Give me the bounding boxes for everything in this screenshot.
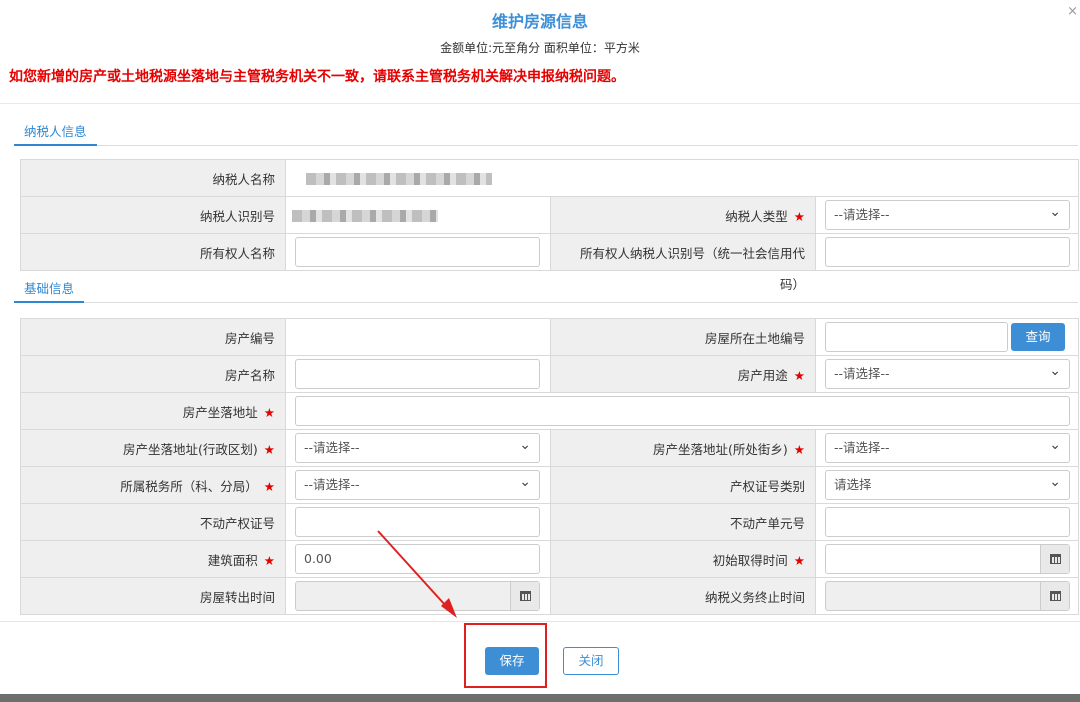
calendar-button[interactable] (1040, 545, 1069, 573)
required-star-icon: ★ (263, 478, 275, 494)
taxpayer-table: 纳税人名称 纳税人识别号 纳税人类型★ --请选择-- 所有权人名称 所有权人纳… (20, 159, 1079, 271)
calendar-icon (519, 591, 531, 601)
property-no-label: 房产编号 (20, 318, 286, 356)
tab-bar-line (14, 302, 1078, 303)
unit-no-input[interactable] (825, 507, 1070, 537)
area-label: 建筑面积 ★ (20, 540, 286, 578)
divider (0, 103, 1080, 104)
street-select[interactable]: --请选择-- (825, 431, 1070, 463)
warning-message: 如您新增的房产或土地税源坐落地与主管税务机关不一致，请联系主管税务机关解决申报纳… (9, 69, 625, 85)
cert-no-label: 不动产权证号 (20, 503, 286, 541)
cert-type-select[interactable]: 请选择 (825, 468, 1070, 500)
masked-taxpayer-name (306, 173, 492, 185)
tab-active-indicator (14, 144, 97, 146)
land-no-input[interactable] (825, 322, 1008, 352)
window-frame (0, 694, 1080, 702)
owner-id-label: 所有权人纳税人识别号（统一社会信用代 (550, 233, 816, 271)
calendar-icon (1049, 591, 1061, 601)
calendar-button[interactable] (1040, 582, 1069, 610)
cert-no-input[interactable] (295, 507, 540, 537)
taxpayer-type-label: 纳税人类型 ★ (550, 196, 816, 234)
street-label: 房产坐落地址(所处街乡) ★ (550, 429, 816, 467)
dialog-title: 维护房源信息 (491, 12, 588, 31)
district-label: 房产坐落地址(行政区划) ★ (20, 429, 286, 467)
footer-divider (0, 621, 1080, 622)
tax-office-select[interactable]: --请选择-- (295, 468, 540, 500)
property-name-input[interactable] (295, 359, 540, 389)
transfer-time-label: 房屋转出时间 (20, 577, 286, 615)
required-star-icon: ★ (793, 208, 805, 224)
district-select[interactable]: --请选择-- (295, 431, 540, 463)
unit-no-label: 不动产单元号 (550, 503, 816, 541)
usage-label: 房产用途 ★ (550, 355, 816, 393)
house-info-dialog: × 维护房源信息 金额单位:元至角分 面积单位：平方米 如您新增的房产或土地税源… (0, 0, 1080, 694)
tax-office-label: 所属税务所（科、分局） ★ (20, 466, 286, 504)
required-star-icon: ★ (793, 552, 805, 568)
address-label: 房产坐落地址 ★ (20, 392, 286, 430)
basic-info-table: 房产编号 房屋所在土地编号 查询 房产名称 房产用途★ --请选择-- 房产坐落… (20, 318, 1079, 615)
unit-note: 金额单位:元至角分 面积单位：平方米 (440, 41, 640, 55)
end-time-label: 纳税义务终止时间 (550, 577, 816, 615)
required-star-icon: ★ (793, 441, 805, 457)
property-no-value (285, 318, 551, 356)
usage-select[interactable]: --请选择-- (825, 357, 1070, 389)
calendar-button[interactable] (510, 582, 539, 610)
required-star-icon: ★ (263, 552, 275, 568)
end-time-input (825, 581, 1070, 611)
land-no-label: 房屋所在土地编号 (550, 318, 816, 356)
owner-id-input[interactable] (825, 237, 1070, 267)
acquire-time-input[interactable] (825, 544, 1070, 574)
required-star-icon: ★ (793, 367, 805, 383)
area-input[interactable]: 0.00 (295, 544, 540, 574)
owner-id-label-overflow: 码） (780, 277, 806, 292)
cert-type-label: 产权证号类别 (550, 466, 816, 504)
address-input[interactable] (295, 396, 1070, 426)
taxpayer-id-value (285, 196, 551, 234)
save-highlight-box (464, 623, 547, 688)
property-name-label: 房产名称 (20, 355, 286, 393)
taxpayer-id-label: 纳税人识别号 (20, 196, 286, 234)
tab-active-indicator (14, 301, 84, 303)
required-star-icon: ★ (263, 404, 275, 420)
tab-taxpayer-info[interactable]: 纳税人信息 (24, 121, 87, 140)
taxpayer-name-label: 纳税人名称 (20, 159, 286, 197)
acquire-time-label: 初始取得时间 ★ (550, 540, 816, 578)
required-star-icon: ★ (263, 441, 275, 457)
taxpayer-name-value (285, 159, 1079, 197)
taxpayer-type-select[interactable]: --请选择-- (825, 198, 1070, 230)
transfer-time-input (295, 581, 540, 611)
owner-name-label: 所有权人名称 (20, 233, 286, 271)
owner-name-input[interactable] (295, 237, 540, 267)
tab-bar-line (14, 145, 1078, 146)
query-button[interactable]: 查询 (1011, 323, 1065, 351)
close-button[interactable]: 关闭 (563, 647, 619, 675)
tab-basic-info[interactable]: 基础信息 (24, 278, 74, 297)
calendar-icon (1049, 554, 1061, 564)
masked-taxpayer-id (292, 210, 438, 222)
